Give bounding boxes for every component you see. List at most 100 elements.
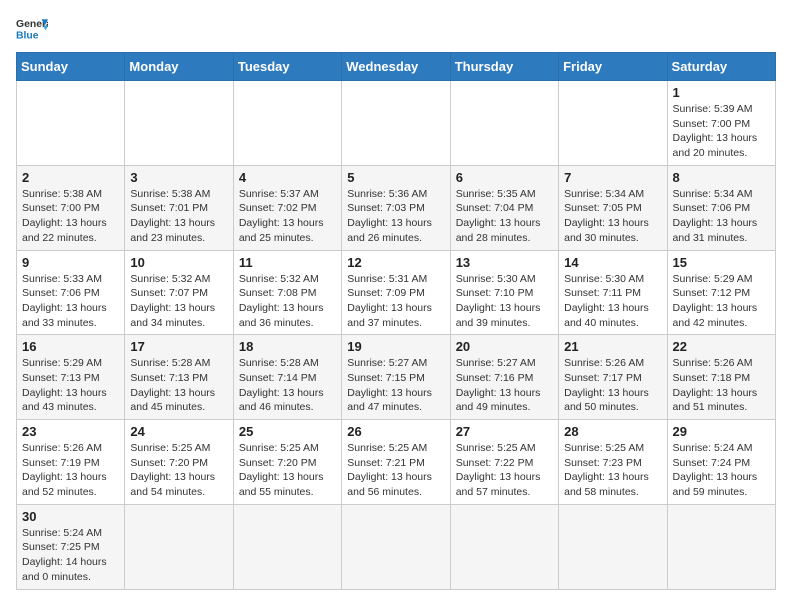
day-info: Sunrise: 5:37 AM Sunset: 7:02 PM Dayligh…: [239, 187, 336, 246]
day-number: 13: [456, 255, 553, 270]
day-number: 20: [456, 339, 553, 354]
day-info: Sunrise: 5:29 AM Sunset: 7:12 PM Dayligh…: [673, 272, 770, 331]
weekday-header-cell: Wednesday: [342, 53, 450, 81]
calendar-day-cell: 18 Sunrise: 5:28 AM Sunset: 7:14 PM Dayli…: [233, 335, 341, 420]
day-info: Sunrise: 5:29 AM Sunset: 7:13 PM Dayligh…: [22, 356, 119, 415]
weekday-header-cell: Friday: [559, 53, 667, 81]
calendar-day-cell: 29 Sunrise: 5:24 AM Sunset: 7:24 PM Dayli…: [667, 420, 775, 505]
calendar-day-cell: 9 Sunrise: 5:33 AM Sunset: 7:06 PM Daylig…: [17, 250, 125, 335]
day-info: Sunrise: 5:34 AM Sunset: 7:06 PM Dayligh…: [673, 187, 770, 246]
calendar-day-cell: 11Sunrise: 5:32 AM Sunset: 7:08 PM Dayli…: [233, 250, 341, 335]
day-number: 24: [130, 424, 227, 439]
day-info: Sunrise: 5:28 AM Sunset: 7:13 PM Dayligh…: [130, 356, 227, 415]
day-info: Sunrise: 5:30 AM Sunset: 7:10 PM Dayligh…: [456, 272, 553, 331]
day-info: Sunrise: 5:27 AM Sunset: 7:15 PM Dayligh…: [347, 356, 444, 415]
day-info: Sunrise: 5:35 AM Sunset: 7:04 PM Dayligh…: [456, 187, 553, 246]
day-info: Sunrise: 5:28 AM Sunset: 7:14 PM Dayligh…: [239, 356, 336, 415]
calendar-day-cell: 3 Sunrise: 5:38 AM Sunset: 7:01 PM Daylig…: [125, 165, 233, 250]
calendar-day-cell: [559, 81, 667, 166]
calendar-day-cell: 10 Sunrise: 5:32 AM Sunset: 7:07 PM Dayli…: [125, 250, 233, 335]
calendar-day-cell: [342, 504, 450, 589]
day-number: 28: [564, 424, 661, 439]
weekday-header-cell: Tuesday: [233, 53, 341, 81]
day-info: Sunrise: 5:32 AM Sunset: 7:08 PM Dayligh…: [239, 272, 336, 331]
weekday-header-cell: Monday: [125, 53, 233, 81]
calendar-day-cell: 30 Sunrise: 5:24 AM Sunset: 7:25 PM Dayli…: [17, 504, 125, 589]
day-number: 1: [673, 85, 770, 100]
day-info: Sunrise: 5:24 AM Sunset: 7:24 PM Dayligh…: [673, 441, 770, 500]
calendar-day-cell: [125, 81, 233, 166]
calendar-day-cell: [450, 81, 558, 166]
day-info: Sunrise: 5:24 AM Sunset: 7:25 PM Dayligh…: [22, 526, 119, 585]
day-number: 3: [130, 170, 227, 185]
day-number: 30: [22, 509, 119, 524]
page-header: General Blue: [16, 16, 776, 44]
weekday-header-row: SundayMondayTuesdayWednesdayThursdayFrid…: [17, 53, 776, 81]
day-info: Sunrise: 5:25 AM Sunset: 7:20 PM Dayligh…: [239, 441, 336, 500]
calendar-day-cell: 26Sunrise: 5:25 AM Sunset: 7:21 PM Dayli…: [342, 420, 450, 505]
day-number: 23: [22, 424, 119, 439]
day-info: Sunrise: 5:39 AM Sunset: 7:00 PM Dayligh…: [673, 102, 770, 161]
day-number: 22: [673, 339, 770, 354]
calendar-day-cell: [559, 504, 667, 589]
day-info: Sunrise: 5:32 AM Sunset: 7:07 PM Dayligh…: [130, 272, 227, 331]
day-number: 4: [239, 170, 336, 185]
day-info: Sunrise: 5:38 AM Sunset: 7:01 PM Dayligh…: [130, 187, 227, 246]
calendar-week-row: 9 Sunrise: 5:33 AM Sunset: 7:06 PM Daylig…: [17, 250, 776, 335]
calendar-table: SundayMondayTuesdayWednesdayThursdayFrid…: [16, 52, 776, 590]
day-number: 15: [673, 255, 770, 270]
day-number: 10: [130, 255, 227, 270]
day-number: 25: [239, 424, 336, 439]
day-info: Sunrise: 5:25 AM Sunset: 7:20 PM Dayligh…: [130, 441, 227, 500]
day-number: 8: [673, 170, 770, 185]
calendar-day-cell: 21Sunrise: 5:26 AM Sunset: 7:17 PM Dayli…: [559, 335, 667, 420]
calendar-day-cell: 15 Sunrise: 5:29 AM Sunset: 7:12 PM Dayli…: [667, 250, 775, 335]
calendar-day-cell: 28Sunrise: 5:25 AM Sunset: 7:23 PM Dayli…: [559, 420, 667, 505]
calendar-day-cell: 14 Sunrise: 5:30 AM Sunset: 7:11 PM Dayli…: [559, 250, 667, 335]
day-number: 12: [347, 255, 444, 270]
calendar-day-cell: 13 Sunrise: 5:30 AM Sunset: 7:10 PM Dayli…: [450, 250, 558, 335]
day-number: 18: [239, 339, 336, 354]
calendar-body: 1 Sunrise: 5:39 AM Sunset: 7:00 PM Daylig…: [17, 81, 776, 590]
calendar-day-cell: 6Sunrise: 5:35 AM Sunset: 7:04 PM Daylig…: [450, 165, 558, 250]
calendar-day-cell: [667, 504, 775, 589]
day-number: 5: [347, 170, 444, 185]
day-info: Sunrise: 5:26 AM Sunset: 7:19 PM Dayligh…: [22, 441, 119, 500]
day-number: 9: [22, 255, 119, 270]
day-info: Sunrise: 5:33 AM Sunset: 7:06 PM Dayligh…: [22, 272, 119, 331]
calendar-day-cell: 16 Sunrise: 5:29 AM Sunset: 7:13 PM Dayli…: [17, 335, 125, 420]
weekday-header-cell: Sunday: [17, 53, 125, 81]
calendar-week-row: 2 Sunrise: 5:38 AM Sunset: 7:00 PM Daylig…: [17, 165, 776, 250]
day-info: Sunrise: 5:25 AM Sunset: 7:22 PM Dayligh…: [456, 441, 553, 500]
day-number: 7: [564, 170, 661, 185]
day-info: Sunrise: 5:36 AM Sunset: 7:03 PM Dayligh…: [347, 187, 444, 246]
day-info: Sunrise: 5:26 AM Sunset: 7:18 PM Dayligh…: [673, 356, 770, 415]
calendar-day-cell: 12Sunrise: 5:31 AM Sunset: 7:09 PM Dayli…: [342, 250, 450, 335]
calendar-day-cell: [233, 81, 341, 166]
calendar-day-cell: 4 Sunrise: 5:37 AM Sunset: 7:02 PM Daylig…: [233, 165, 341, 250]
calendar-week-row: 1 Sunrise: 5:39 AM Sunset: 7:00 PM Daylig…: [17, 81, 776, 166]
calendar-day-cell: [125, 504, 233, 589]
calendar-day-cell: 8 Sunrise: 5:34 AM Sunset: 7:06 PM Daylig…: [667, 165, 775, 250]
calendar-day-cell: 20 Sunrise: 5:27 AM Sunset: 7:16 PM Dayli…: [450, 335, 558, 420]
day-number: 16: [22, 339, 119, 354]
day-number: 14: [564, 255, 661, 270]
day-number: 29: [673, 424, 770, 439]
day-info: Sunrise: 5:27 AM Sunset: 7:16 PM Dayligh…: [456, 356, 553, 415]
calendar-day-cell: [342, 81, 450, 166]
day-info: Sunrise: 5:38 AM Sunset: 7:00 PM Dayligh…: [22, 187, 119, 246]
day-number: 27: [456, 424, 553, 439]
day-number: 2: [22, 170, 119, 185]
calendar-day-cell: 24 Sunrise: 5:25 AM Sunset: 7:20 PM Dayli…: [125, 420, 233, 505]
day-number: 17: [130, 339, 227, 354]
day-number: 19: [347, 339, 444, 354]
calendar-day-cell: 5 Sunrise: 5:36 AM Sunset: 7:03 PM Daylig…: [342, 165, 450, 250]
calendar-day-cell: [233, 504, 341, 589]
calendar-day-cell: 2 Sunrise: 5:38 AM Sunset: 7:00 PM Daylig…: [17, 165, 125, 250]
day-number: 26: [347, 424, 444, 439]
day-info: Sunrise: 5:34 AM Sunset: 7:05 PM Dayligh…: [564, 187, 661, 246]
day-info: Sunrise: 5:26 AM Sunset: 7:17 PM Dayligh…: [564, 356, 661, 415]
calendar-day-cell: 7 Sunrise: 5:34 AM Sunset: 7:05 PM Daylig…: [559, 165, 667, 250]
weekday-header-cell: Thursday: [450, 53, 558, 81]
day-info: Sunrise: 5:30 AM Sunset: 7:11 PM Dayligh…: [564, 272, 661, 331]
